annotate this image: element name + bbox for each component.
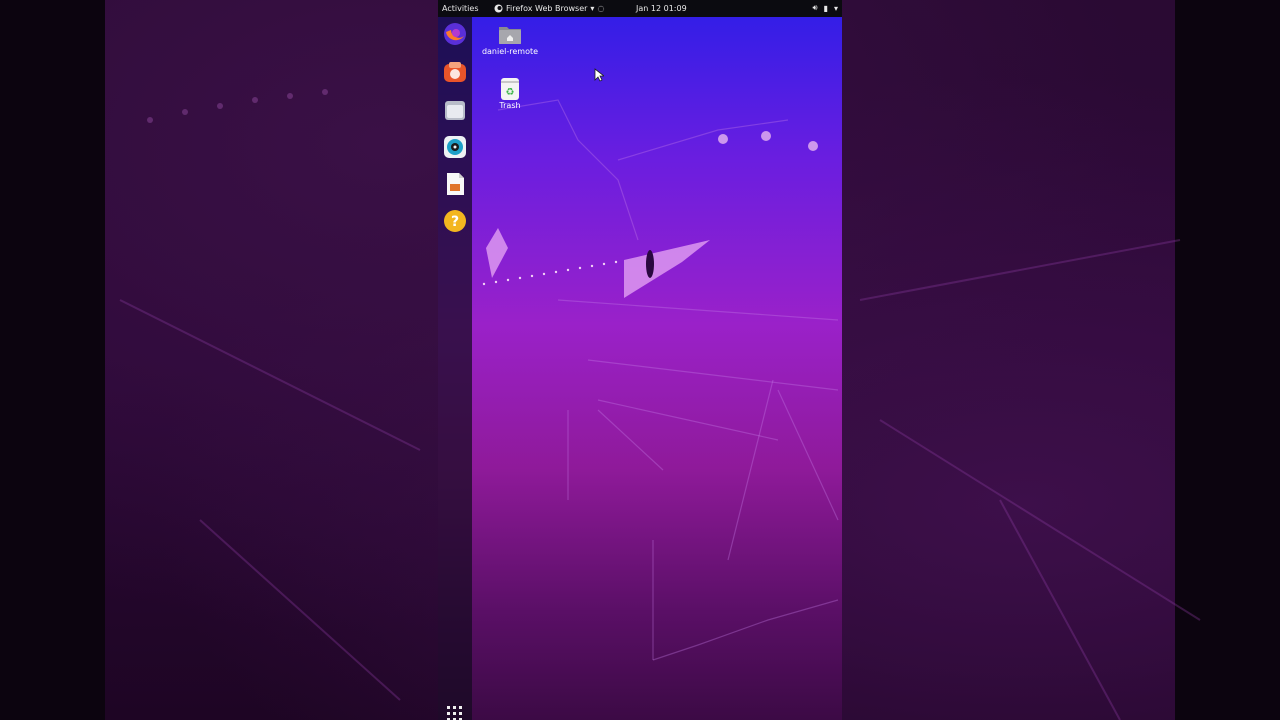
ubuntu-software-icon[interactable] <box>443 60 467 84</box>
desktop-item-trash[interactable]: ♻ Trash <box>480 77 540 110</box>
system-tray[interactable]: 🔊︎ ▮ ▾ <box>813 3 838 13</box>
battery-icon[interactable]: ▮ <box>824 4 828 13</box>
svg-text:?: ? <box>451 214 459 230</box>
mouse-cursor-icon <box>594 68 604 82</box>
help-icon[interactable]: ? <box>443 209 467 233</box>
svg-text:♻: ♻ <box>506 87 515 98</box>
desktop-item-home[interactable]: daniel-remote <box>480 23 540 56</box>
files-folder-icon[interactable] <box>443 98 467 122</box>
desktop-item-label: daniel-remote <box>481 47 539 56</box>
top-bar: Activities Firefox Web Browser ▾ ◌ Jan 1… <box>438 0 842 17</box>
firefox-icon[interactable] <box>443 22 467 46</box>
trash-icon: ♻ <box>498 77 522 100</box>
activities-button[interactable]: Activities <box>442 4 479 13</box>
dock: ? <box>438 17 472 720</box>
clock[interactable]: Jan 12 01:09 <box>636 4 687 13</box>
show-applications-grid-icon[interactable] <box>446 705 464 720</box>
desktop-item-label: Trash <box>499 101 521 110</box>
desktop-screen: Activities Firefox Web Browser ▾ ◌ Jan 1… <box>438 0 842 720</box>
app-menu-label: Firefox Web Browser <box>506 4 588 13</box>
chevron-down-icon: ▾ <box>590 4 595 13</box>
desktop-icons: daniel-remote ♻ Trash <box>472 17 842 720</box>
rhythmbox-icon[interactable] <box>443 135 467 159</box>
libreoffice-impress-icon[interactable] <box>443 172 467 196</box>
app-menu[interactable]: Firefox Web Browser ▾ ◌ <box>494 4 604 13</box>
loading-spinner-icon: ◌ <box>597 4 605 13</box>
home-folder-icon <box>498 23 522 45</box>
volume-icon[interactable]: 🔊︎ <box>813 3 818 13</box>
system-menu-chevron-icon[interactable]: ▾ <box>834 4 838 13</box>
firefox-small-icon <box>494 4 503 13</box>
